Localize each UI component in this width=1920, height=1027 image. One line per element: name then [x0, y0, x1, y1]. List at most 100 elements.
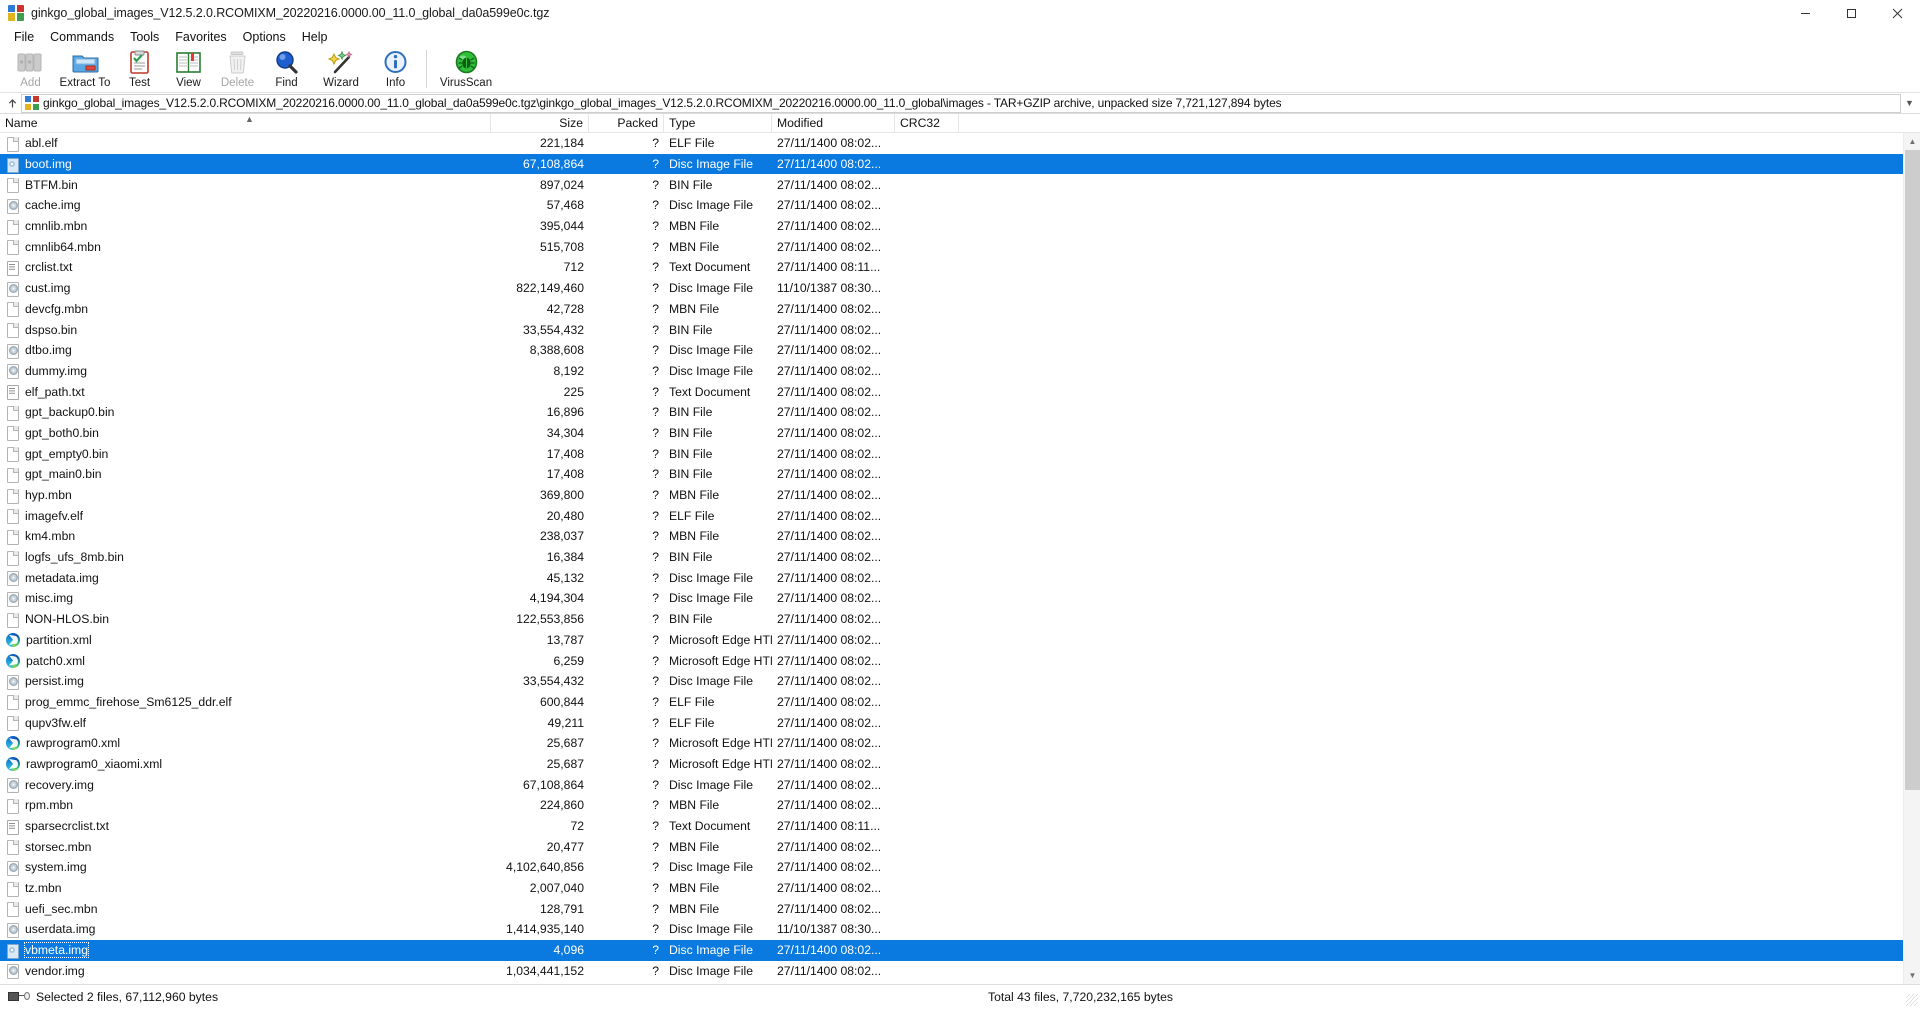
table-row[interactable]: dummy.img8,192?Disc Image File27/11/1400… [0, 361, 1920, 382]
doc-file-icon [6, 715, 19, 730]
add-button[interactable]: Add [6, 48, 55, 93]
column-header-name[interactable]: Name ▲ [0, 114, 491, 133]
disc-file-icon [6, 674, 19, 689]
table-row[interactable]: metadata.img45,132?Disc Image File27/11/… [0, 567, 1920, 588]
table-row[interactable]: gpt_empty0.bin17,408?BIN File27/11/1400 … [0, 443, 1920, 464]
column-header-type[interactable]: Type [664, 114, 772, 133]
up-arrow-icon[interactable] [4, 95, 21, 112]
file-size-cell: 20,480 [491, 505, 589, 526]
table-row[interactable]: prog_emmc_firehose_Sm6125_ddr.elf600,844… [0, 692, 1920, 713]
column-header-packed[interactable]: Packed [589, 114, 664, 133]
menu-item-tools[interactable]: Tools [122, 27, 167, 47]
delete-button[interactable]: Delete [213, 48, 262, 93]
maximize-icon[interactable] [1828, 0, 1874, 26]
table-row[interactable]: qupv3fw.elf49,211?ELF File27/11/1400 08:… [0, 712, 1920, 733]
column-header-size[interactable]: Size [491, 114, 589, 133]
vertical-scrollbar[interactable]: ▲ ▼ [1903, 133, 1920, 984]
menu-item-commands[interactable]: Commands [42, 27, 122, 47]
find-button[interactable]: Find [262, 48, 311, 93]
table-row[interactable]: cust.img822,149,460?Disc Image File11/10… [0, 278, 1920, 299]
table-row[interactable]: system.img4,102,640,856?Disc Image File2… [0, 857, 1920, 878]
table-row[interactable]: persist.img33,554,432?Disc Image File27/… [0, 671, 1920, 692]
table-row[interactable]: vendor.img1,034,441,152?Disc Image File2… [0, 961, 1920, 982]
minimize-icon[interactable] [1782, 0, 1828, 26]
table-row[interactable]: devcfg.mbn42,728?MBN File27/11/1400 08:0… [0, 299, 1920, 320]
resize-grip[interactable] [1906, 994, 1918, 1006]
table-row[interactable]: gpt_backup0.bin16,896?BIN File27/11/1400… [0, 402, 1920, 423]
file-crc32-cell [895, 174, 959, 195]
test-button[interactable]: Test [115, 48, 164, 93]
file-type-cell: Disc Image File [664, 195, 772, 216]
table-row[interactable]: cache.img57,468?Disc Image File27/11/140… [0, 195, 1920, 216]
file-packed-cell: ? [589, 836, 664, 857]
file-name-label: cmnlib64.mbn [25, 240, 101, 254]
table-row[interactable]: imagefv.elf20,480?ELF File27/11/1400 08:… [0, 505, 1920, 526]
file-name-cell: logfs_ufs_8mb.bin [0, 547, 491, 568]
bluedoc-file-icon [6, 157, 19, 172]
menu-item-file[interactable]: File [6, 27, 42, 47]
virusscan-button-label: VirusScan [440, 77, 492, 89]
table-row[interactable]: recovery.img67,108,864?Disc Image File27… [0, 774, 1920, 795]
table-row[interactable]: dspso.bin33,554,432?BIN File27/11/1400 0… [0, 319, 1920, 340]
table-row[interactable]: elf_path.txt225?Text Document27/11/1400 … [0, 381, 1920, 402]
table-row[interactable]: gpt_main0.bin17,408?BIN File27/11/1400 0… [0, 464, 1920, 485]
table-row[interactable]: km4.mbn238,037?MBN File27/11/1400 08:02.… [0, 526, 1920, 547]
wizard-button[interactable]: Wizard [311, 48, 371, 93]
file-name-label: misc.img [25, 591, 73, 605]
table-row[interactable]: logfs_ufs_8mb.bin16,384?BIN File27/11/14… [0, 547, 1920, 568]
file-name-label: BTFM.bin [25, 178, 78, 192]
view-button[interactable]: View [164, 48, 213, 93]
menu-item-favorites[interactable]: Favorites [167, 27, 234, 47]
column-header-modified[interactable]: Modified [772, 114, 895, 133]
scroll-thumb[interactable] [1905, 150, 1920, 790]
file-crc32-cell [895, 381, 959, 402]
extract-to-button[interactable]: Extract To [55, 48, 115, 93]
table-row[interactable]: rawprogram0.xml25,687?Microsoft Edge HTM… [0, 733, 1920, 754]
table-row[interactable]: crclist.txt712?Text Document27/11/1400 0… [0, 257, 1920, 278]
table-row[interactable]: misc.img4,194,304?Disc Image File27/11/1… [0, 588, 1920, 609]
table-row[interactable]: storsec.mbn20,477?MBN File27/11/1400 08:… [0, 836, 1920, 857]
table-row[interactable]: abl.elf221,184?ELF File27/11/1400 08:02.… [0, 133, 1920, 154]
virusscan-bug-icon [451, 49, 482, 76]
table-row[interactable]: partition.xml13,787?Microsoft Edge HTML … [0, 630, 1920, 651]
find-button-label: Find [275, 77, 297, 89]
table-row[interactable]: patch0.xml6,259?Microsoft Edge HTML ...2… [0, 650, 1920, 671]
file-name-label: vbmeta.img [25, 943, 88, 957]
file-list: Name ▲ Size Packed Type Modified CRC32 a… [0, 114, 1920, 984]
table-row[interactable]: sparsecrclist.txt72?Text Document27/11/1… [0, 816, 1920, 837]
file-name-label: metadata.img [25, 571, 99, 585]
table-row[interactable]: uefi_sec.mbn128,791?MBN File27/11/1400 0… [0, 898, 1920, 919]
table-row[interactable]: tz.mbn2,007,040?MBN File27/11/1400 08:02… [0, 878, 1920, 899]
chevron-down-icon[interactable]: ▼ [1901, 94, 1918, 113]
file-crc32-cell [895, 774, 959, 795]
address-input[interactable]: ginkgo_global_images_V12.5.2.0.RCOMIXM_2… [21, 94, 1901, 113]
table-row[interactable]: userdata.img1,414,935,140?Disc Image Fil… [0, 919, 1920, 940]
file-type-cell: Microsoft Edge HTML ... [664, 650, 772, 671]
menu-item-help[interactable]: Help [294, 27, 336, 47]
file-size-cell: 17,408 [491, 443, 589, 464]
file-name-label: sparsecrclist.txt [25, 819, 109, 833]
doc-file-icon [6, 425, 19, 440]
file-modified-cell: 27/11/1400 08:02... [772, 588, 895, 609]
column-header-crc32[interactable]: CRC32 [895, 114, 959, 133]
doc-file-icon [6, 177, 19, 192]
table-row[interactable]: rpm.mbn224,860?MBN File27/11/1400 08:02.… [0, 795, 1920, 816]
table-row[interactable]: vbmeta.img4,096?Disc Image File27/11/140… [0, 940, 1920, 961]
virusscan-button[interactable]: VirusScan [433, 48, 499, 93]
menu-item-options[interactable]: Options [235, 27, 294, 47]
table-row[interactable]: NON-HLOS.bin122,553,856?BIN File27/11/14… [0, 609, 1920, 630]
table-row[interactable]: BTFM.bin897,024?BIN File27/11/1400 08:02… [0, 174, 1920, 195]
close-icon[interactable] [1874, 0, 1920, 26]
file-modified-cell: 27/11/1400 08:02... [772, 795, 895, 816]
table-row[interactable]: cmnlib.mbn395,044?MBN File27/11/1400 08:… [0, 216, 1920, 237]
table-row[interactable]: cmnlib64.mbn515,708?MBN File27/11/1400 0… [0, 236, 1920, 257]
info-button[interactable]: Info [371, 48, 420, 93]
file-name-label: NON-HLOS.bin [25, 612, 109, 626]
table-row[interactable]: rawprogram0_xiaomi.xml25,687?Microsoft E… [0, 754, 1920, 775]
scroll-down-arrow[interactable]: ▼ [1904, 967, 1920, 984]
scroll-up-arrow[interactable]: ▲ [1904, 133, 1920, 150]
table-row[interactable]: hyp.mbn369,800?MBN File27/11/1400 08:02.… [0, 485, 1920, 506]
table-row[interactable]: dtbo.img8,388,608?Disc Image File27/11/1… [0, 340, 1920, 361]
table-row[interactable]: gpt_both0.bin34,304?BIN File27/11/1400 0… [0, 423, 1920, 444]
table-row[interactable]: boot.img67,108,864?Disc Image File27/11/… [0, 154, 1920, 175]
